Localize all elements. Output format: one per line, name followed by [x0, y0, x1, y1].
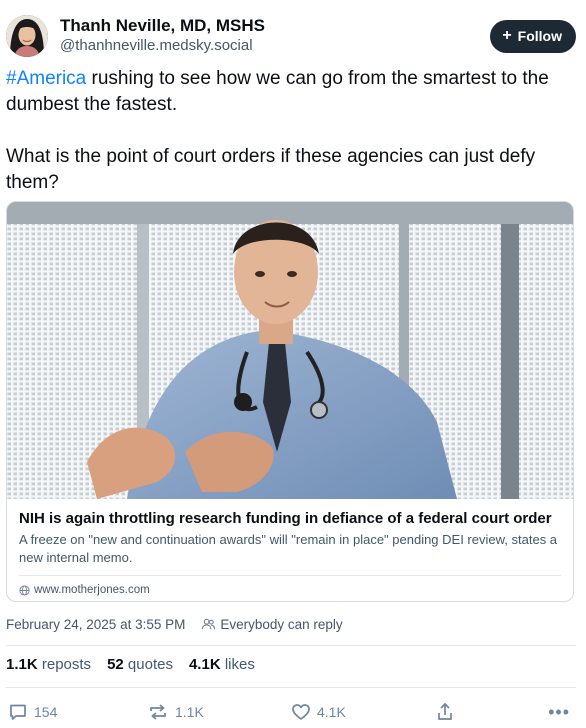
more-icon: •••: [548, 701, 570, 722]
quotes-label: quotes: [127, 656, 173, 673]
people-icon: [202, 618, 216, 630]
divider: [6, 645, 576, 646]
repost-icon: [150, 704, 166, 720]
reply-icon: [10, 704, 26, 720]
share-icon: [438, 702, 452, 720]
link-card-body: NIH is again throttling research funding…: [7, 499, 573, 596]
reply-setting[interactable]: Everybody can reply: [220, 617, 342, 632]
plus-icon: +: [502, 27, 512, 44]
reposts-label: reposts: [41, 656, 92, 673]
post-meta: February 24, 2025 at 3:55 PM Everybody c…: [6, 617, 343, 632]
likes-stat[interactable]: 4.1K likes: [189, 656, 255, 673]
likes-count: 4.1K: [188, 656, 221, 673]
divider: [6, 687, 576, 688]
heart-icon: [292, 704, 310, 720]
quotes-count: 52: [107, 656, 124, 673]
hashtag-link[interactable]: #America: [6, 68, 86, 89]
globe-icon: [19, 584, 30, 596]
likes-label: likes: [224, 656, 255, 673]
link-card[interactable]: NIH is again throttling research funding…: [6, 201, 574, 602]
link-card-image: [7, 202, 573, 499]
link-card-domain-text: www.motherjones.com: [34, 584, 150, 596]
reposts-stat[interactable]: 1.1K reposts: [6, 656, 91, 673]
follow-label: Follow: [517, 28, 562, 44]
like-button[interactable]: 4.1K: [291, 702, 346, 722]
link-card-domain: www.motherjones.com: [19, 576, 561, 596]
link-card-title: NIH is again throttling research funding…: [19, 510, 552, 527]
post-header: Thanh Neville, MD, MSHS @thanhneville.me…: [6, 13, 576, 59]
quotes-stat[interactable]: 52 quotes: [107, 656, 173, 673]
post-paragraph-1: #America rushing to see how we can go fr…: [6, 66, 576, 118]
reply-count: 154: [34, 704, 58, 720]
action-bar: 154 1.1K 4.1K •••: [6, 700, 576, 724]
repost-button[interactable]: 1.1K: [147, 702, 204, 722]
more-options-button[interactable]: •••: [548, 702, 570, 723]
post: Thanh Neville, MD, MSHS @thanhneville.me…: [0, 0, 586, 728]
like-count: 4.1K: [317, 704, 346, 720]
post-timestamp[interactable]: February 24, 2025 at 3:55 PM: [6, 617, 185, 632]
author-info: Thanh Neville, MD, MSHS @thanhneville.me…: [60, 16, 265, 56]
post-line-1: rushing to see how we can go from the sm…: [6, 68, 549, 115]
follow-button[interactable]: + Follow: [490, 19, 576, 53]
post-text: #America rushing to see how we can go fr…: [6, 66, 576, 196]
reply-button[interactable]: 154: [8, 702, 57, 722]
author-name[interactable]: Thanh Neville, MD, MSHS: [60, 16, 265, 36]
share-button[interactable]: [435, 702, 455, 722]
reposts-count: 1.1K: [6, 656, 38, 673]
engagement-stats: 1.1K reposts 52 quotes 4.1K likes: [6, 656, 255, 673]
post-paragraph-2: What is the point of court orders if the…: [6, 146, 536, 193]
avatar[interactable]: [6, 15, 48, 57]
link-card-description: A freeze on "new and continuation awards…: [19, 532, 558, 565]
repost-count: 1.1K: [175, 704, 204, 720]
author-handle[interactable]: @thanhneville.medsky.social: [60, 36, 265, 56]
